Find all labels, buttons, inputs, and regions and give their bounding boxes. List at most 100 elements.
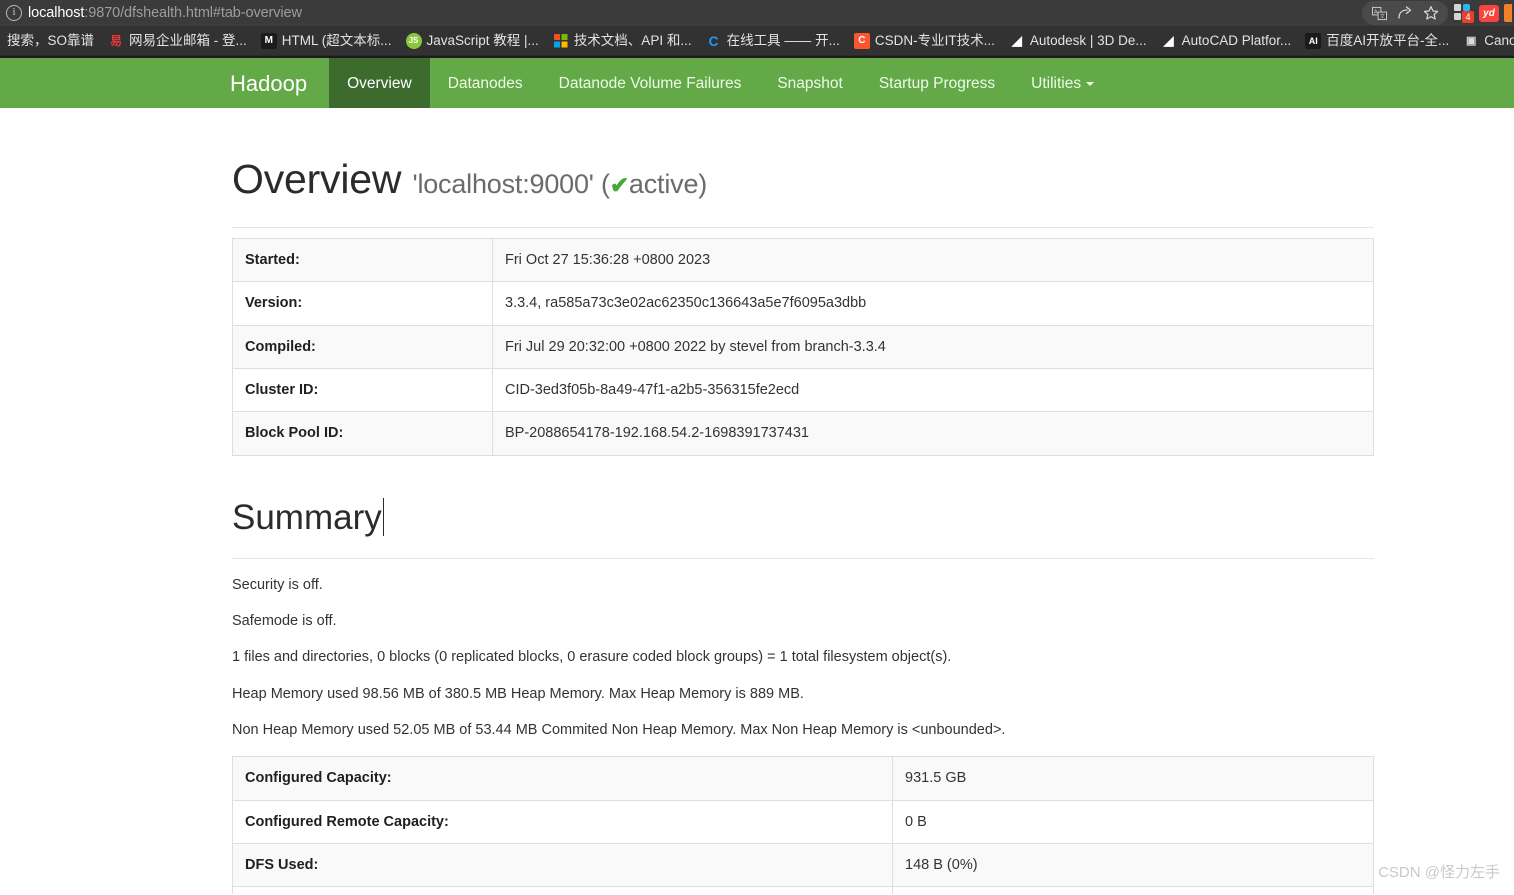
row-value: Fri Oct 27 15:36:28 +0800 2023: [492, 238, 1374, 283]
bookmark-item[interactable]: ◢ Autodesk | 3D De...: [1002, 26, 1154, 55]
table-row: Version: 3.3.4, ra585a73c3e02ac62350c136…: [232, 281, 1374, 326]
netease-favicon-icon: 易: [110, 34, 123, 48]
bookmark-label: 百度AI开放平台-全...: [1326, 32, 1450, 48]
bookmark-label: AutoCAD Platfor...: [1181, 32, 1292, 48]
text-cursor: [382, 497, 384, 536]
bookmark-label: Canon|Nikon|So: [1484, 32, 1514, 48]
nav-item-overview[interactable]: Overview: [329, 58, 430, 108]
tool-site-favicon-icon: C: [708, 32, 719, 49]
bookmark-item[interactable]: ▣ Canon|Nikon|So: [1456, 26, 1514, 55]
row-key: Started:: [232, 238, 493, 283]
bookmark-label: Autodesk | 3D De...: [1029, 32, 1147, 48]
bookmark-label: 网易企业邮箱 - 登...: [129, 32, 247, 48]
overview-table: Started: Fri Oct 27 15:36:28 +0800 2023 …: [232, 238, 1374, 456]
svg-text:A: A: [1373, 9, 1377, 15]
autodesk-favicon-icon: ◢: [1011, 32, 1022, 48]
translate-icon[interactable]: A文: [1366, 2, 1392, 24]
bookmark-label: HTML (超文本标...: [281, 32, 392, 48]
summary-capacity-table: Configured Capacity: 931.5 GB Configured…: [232, 756, 1374, 894]
bookmark-item[interactable]: C 在线工具 —— 开...: [699, 26, 847, 55]
row-key: Non DFS Used:: [232, 886, 893, 894]
extension-grid-icon[interactable]: 4: [1454, 3, 1474, 23]
table-row: Block Pool ID: BP-2088654178-192.168.54.…: [232, 411, 1374, 456]
javascript-favicon-icon: JS: [405, 32, 422, 49]
page-content: Overview 'localhost:9000' (✔active) Star…: [232, 156, 1374, 894]
row-key: Version:: [232, 281, 493, 326]
table-row: Cluster ID: CID-3ed3f05b-8a49-47f1-a2b5-…: [232, 368, 1374, 413]
row-value: 931.5 GB: [892, 756, 1374, 801]
address-bar-url[interactable]: localhost:9870/dfshealth.html#tab-overvi…: [28, 5, 302, 21]
table-row: Compiled: Fri Jul 29 20:32:00 +0800 2022…: [232, 324, 1374, 370]
bookmark-item[interactable]: 易 网易企业邮箱 - 登...: [101, 26, 254, 55]
row-value: 148 B (0%): [892, 842, 1374, 888]
bookmark-label: 在线工具 —— 开...: [726, 32, 840, 48]
page-title: Overview 'localhost:9000' (✔active): [232, 156, 1374, 203]
svg-text:文: 文: [1379, 12, 1385, 20]
page-title-text: Overview: [232, 156, 402, 202]
status-label: active: [628, 169, 699, 199]
url-host: localhost: [28, 5, 85, 21]
summary-line-security: Security is off.: [232, 576, 323, 593]
table-row: Configured Capacity: 931.5 GB: [232, 756, 1374, 801]
nav-item-datanodes[interactable]: Datanodes: [430, 58, 541, 108]
status-badge: (✔active): [601, 169, 707, 199]
camera-favicon-icon: ▣: [1466, 35, 1477, 47]
table-row: Non DFS Used: 183.09 GB: [232, 886, 1374, 894]
mdn-favicon-icon: M: [260, 32, 277, 49]
table-row: Started: Fri Oct 27 15:36:28 +0800 2023: [232, 238, 1374, 283]
bookmark-label: CSDN-专业IT技术...: [874, 32, 995, 48]
row-value: 183.09 GB: [892, 886, 1374, 894]
brand-hadoop[interactable]: Hadoop: [210, 58, 329, 108]
microsoft-docs-favicon-icon: [553, 33, 569, 49]
chevron-down-icon: [1086, 81, 1095, 86]
nav-item-snapshot[interactable]: Snapshot: [759, 58, 861, 108]
nav-item-datanode-volume-failures[interactable]: Datanode Volume Failures: [541, 58, 760, 108]
youdao-extension-icon[interactable]: yd: [1479, 4, 1499, 22]
nav-item-startup-progress[interactable]: Startup Progress: [861, 58, 1013, 108]
summary-title: Summary: [232, 497, 384, 538]
bookmarks-bar: 搜索，SO靠谱 易 网易企业邮箱 - 登... M HTML (超文本标... …: [0, 26, 1514, 56]
row-value: CID-3ed3f05b-8a49-47f1-a2b5-356315fe2ecd: [492, 368, 1374, 413]
browser-chrome: i localhost:9870/dfshealth.html#tab-over…: [0, 0, 1514, 56]
bookmark-label: JavaScript 教程 |...: [426, 32, 539, 48]
extensions-area: 4 yd: [1454, 3, 1514, 23]
summary-divider: [232, 557, 1374, 559]
row-key: Configured Capacity:: [232, 756, 893, 801]
row-value: Fri Jul 29 20:32:00 +0800 2022 by stevel…: [492, 324, 1374, 370]
autocad-favicon-icon: ◢: [1163, 32, 1174, 48]
bookmark-item[interactable]: JS JavaScript 教程 |...: [399, 26, 546, 55]
namenode-host: 'localhost:9000': [412, 169, 594, 199]
table-row: Configured Remote Capacity: 0 B: [232, 799, 1374, 844]
paren-close: ): [698, 169, 708, 199]
bookmark-item[interactable]: M HTML (超文本标...: [254, 26, 399, 55]
orange-extension-icon[interactable]: [1504, 4, 1512, 22]
bookmark-item[interactable]: C CSDN-专业IT技术...: [847, 26, 1002, 55]
bookmark-item[interactable]: ◢ AutoCAD Platfor...: [1154, 26, 1299, 55]
bookmark-item[interactable]: AI 百度AI开放平台-全...: [1298, 26, 1456, 55]
summary-line-safemode: Safemode is off.: [232, 613, 337, 630]
share-icon[interactable]: [1392, 2, 1418, 24]
nav-item-utilities[interactable]: Utilities: [1013, 58, 1112, 108]
hadoop-navbar: Hadoop Overview Datanodes Datanode Volum…: [0, 56, 1514, 108]
page-container: Overview 'localhost:9000' (✔active) Star…: [0, 156, 1514, 894]
omnibox-actions: A文 4 yd: [1362, 0, 1514, 26]
screen-root: i localhost:9870/dfshealth.html#tab-over…: [0, 0, 1514, 894]
bookmark-item[interactable]: 技术文档、API 和...: [546, 26, 699, 55]
row-key: Block Pool ID:: [232, 411, 493, 456]
row-key: DFS Used:: [232, 842, 893, 888]
row-key: Cluster ID:: [232, 368, 493, 413]
bookmark-label: 搜索，SO靠谱: [7, 32, 95, 48]
row-value: 0 B: [892, 799, 1374, 844]
extension-count-badge: 4: [1462, 11, 1474, 23]
bookmark-star-icon[interactable]: [1418, 2, 1444, 24]
info-circle-icon[interactable]: i: [6, 5, 22, 21]
omnibox-action-pill: A文: [1362, 1, 1448, 25]
summary-line-non-heap-memory: Non Heap Memory used 52.05 MB of 53.44 M…: [232, 722, 1006, 739]
paren-open: (: [601, 169, 610, 199]
bookmark-label: 技术文档、API 和...: [573, 32, 692, 48]
page-body: Hadoop Overview Datanodes Datanode Volum…: [0, 56, 1514, 894]
row-value: 3.3.4, ra585a73c3e02ac62350c136643a5e7f6…: [492, 281, 1374, 326]
bookmark-item[interactable]: 搜索，SO靠谱: [0, 26, 101, 55]
baidu-ai-favicon-icon: AI: [1305, 32, 1322, 49]
title-divider: [232, 227, 1374, 229]
